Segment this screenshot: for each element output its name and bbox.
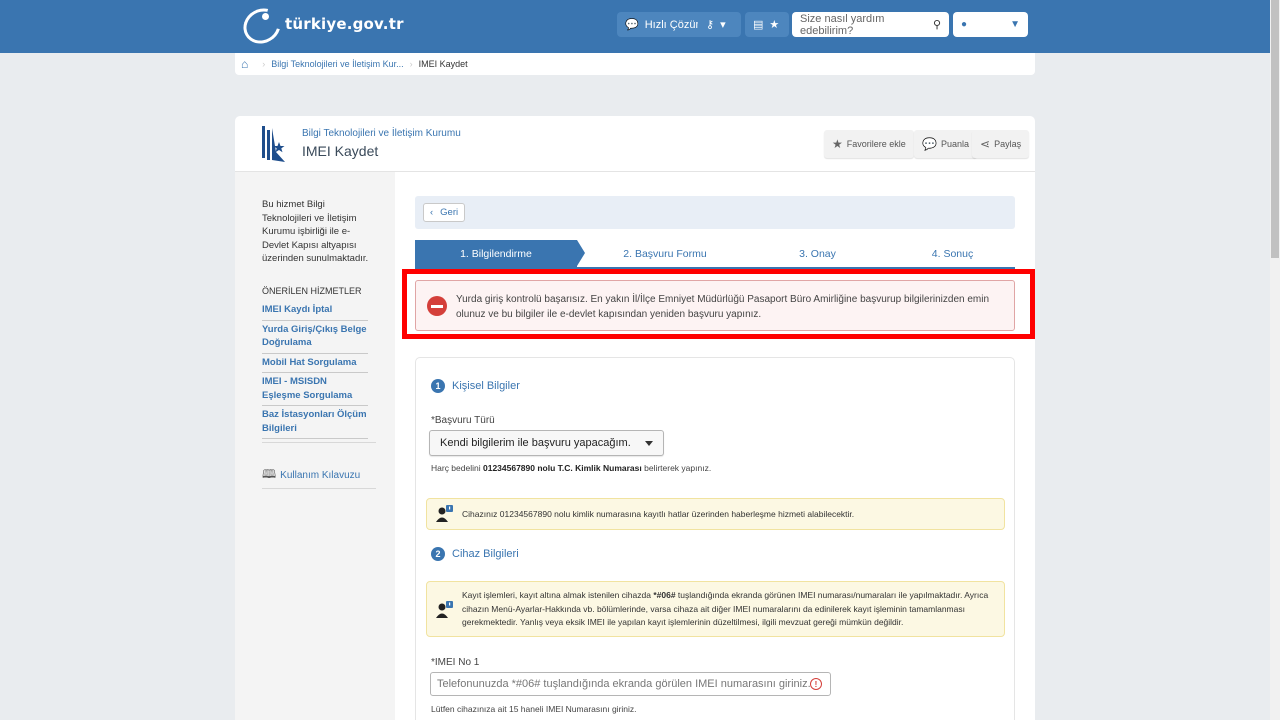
service-header: Bilgi Teknolojileri ve İletişim Kurumu I… xyxy=(235,116,1035,172)
add-favorite-label: Favorilere ekle xyxy=(846,139,906,149)
fee-hint: Harç bedelini 01234567890 nolu T.C. Kiml… xyxy=(431,463,711,473)
breadcrumb: ⌂ › Bilgi Teknolojileri ve İletişim Kur.… xyxy=(235,53,1035,75)
rate-label: Puanla xyxy=(940,139,969,149)
star-icon: ★ xyxy=(832,137,843,151)
user-guide-link[interactable]: 🕮 Kullanım Kılavuzu xyxy=(262,465,360,486)
logo-dot-icon xyxy=(262,13,269,20)
user-info-icon xyxy=(436,505,453,522)
search-icon[interactable]: ⚲ xyxy=(933,18,941,31)
info-device-prefix: Kayıt işlemleri, kayıt altına almak iste… xyxy=(462,590,654,600)
section-number-badge: 2 xyxy=(431,547,445,561)
recommended-service-link[interactable]: Baz İstasyonları Ölçüm Bilgileri xyxy=(262,406,368,439)
fee-hint-suffix: belirterek yapınız. xyxy=(641,463,712,473)
recommended-service-link[interactable]: Mobil Hat Sorgulama xyxy=(262,354,368,373)
recommended-services-list: IMEI Kaydı İptal Yurda Giriş/Çıkış Belge… xyxy=(262,301,368,439)
back-label: Geri xyxy=(440,207,459,218)
add-favorite-button[interactable]: ★ Favorilere ekle xyxy=(824,130,914,158)
chevron-down-icon: ▼ xyxy=(1010,19,1020,30)
caret-down-icon xyxy=(645,440,653,446)
info-box-personal: Cihazınız 01234567890 nolu kimlik numara… xyxy=(426,498,1005,530)
sidebar: Bu hizmet Bilgi Teknolojileri ve İletişi… xyxy=(235,172,395,720)
progress-steps: 1. Bilgilendirme 2. Başvuru Formu 3. Ona… xyxy=(415,240,1015,270)
logo-text[interactable]: türkiye.gov.tr xyxy=(285,15,404,33)
page-title: IMEI Kaydet xyxy=(302,143,379,159)
id-card-icon: ▤ xyxy=(753,19,764,31)
application-form: 1 Kişisel Bilgiler *Başvuru Türü Kendi b… xyxy=(415,357,1015,720)
chevron-left-icon: ‹ xyxy=(430,207,434,218)
user-guide-label: Kullanım Kılavuzu xyxy=(280,470,361,481)
caret-down-icon: ▾ xyxy=(720,19,726,31)
star-icon: ★ xyxy=(769,19,780,31)
speech-bubble-icon: 💬 xyxy=(922,137,937,151)
step-result: 4. Sonuç xyxy=(931,247,974,260)
section-device-info-title: 2 Cihaz Bilgileri xyxy=(431,547,519,561)
breadcrumb-separator: › xyxy=(409,59,413,69)
section-number-badge: 1 xyxy=(431,379,445,393)
sidebar-divider xyxy=(262,442,376,443)
application-type-select[interactable]: Kendi bilgilerim ile başvuru yapacağım. xyxy=(429,430,664,456)
recommended-service-link[interactable]: IMEI - MSISDN Eşleşme Sorgulama xyxy=(262,373,368,406)
imei-hint: Lütfen cihazınıza ait 15 haneli IMEI Num… xyxy=(431,704,637,714)
imei-label: *IMEI No 1 xyxy=(431,657,480,668)
back-bar: ‹ Geri xyxy=(415,196,1015,229)
section-title-text: Cihaz Bilgileri xyxy=(452,548,519,560)
book-icon: 🕮 xyxy=(262,467,277,481)
info-box-device: Kayıt işlemleri, kayıt altına almak iste… xyxy=(426,581,1005,637)
recommended-service-link[interactable]: IMEI Kaydı İptal xyxy=(262,301,368,321)
breadcrumb-current: IMEI Kaydet xyxy=(418,59,468,69)
scrollbar-thumb[interactable] xyxy=(1271,0,1279,258)
quick-solution-label: Hızlı Çözüm xyxy=(644,18,705,31)
info-text-personal: Cihazınız 01234567890 nolu kimlik numara… xyxy=(462,509,855,519)
breadcrumb-separator: › xyxy=(262,59,266,69)
login-menu-button[interactable]: ⚷ ▾ xyxy=(698,12,741,37)
service-provider-note: Bu hizmet Bilgi Teknolojileri ve İletişi… xyxy=(262,199,369,264)
share-button[interactable]: ⋖ Paylaş xyxy=(972,130,1030,158)
back-button[interactable]: ‹ Geri xyxy=(423,203,466,222)
user-menu-dropdown[interactable]: ● ▼ xyxy=(953,12,1028,37)
rate-button[interactable]: 💬 Puanla xyxy=(914,130,977,158)
search-input[interactable]: Size nasıl yardım edebilirim? ⚲ xyxy=(792,12,949,37)
recommended-service-link[interactable]: Yurda Giriş/Çıkış Belge Doğrulama xyxy=(262,321,368,354)
service-card: Bilgi Teknolojileri ve İletişim Kurumu I… xyxy=(235,116,1035,720)
top-navbar: türkiye.gov.tr 💬 Hızlı Çözüm ⚷ ▾ ▤ ★ Siz… xyxy=(0,0,1270,53)
fee-hint-prefix: Harç bedelini xyxy=(431,463,483,473)
step-information: 1. Bilgilendirme xyxy=(415,240,585,267)
institution-name[interactable]: Bilgi Teknolojileri ve İletişim Kurumu xyxy=(302,128,461,139)
step-confirmation: 3. Onay xyxy=(799,247,836,260)
user-icon: ● xyxy=(961,19,968,30)
sidebar-divider xyxy=(262,488,376,489)
card-favorites-button[interactable]: ▤ ★ xyxy=(745,12,789,37)
imei-input[interactable]: Telefonunuzda *#06# tuşlandığında ekrand… xyxy=(430,672,831,696)
fee-hint-id: 01234567890 nolu T.C. Kimlik Numarası xyxy=(482,463,642,473)
info-text-device: Kayıt işlemleri, kayıt altına almak iste… xyxy=(462,589,997,630)
info-device-code: *#06# xyxy=(653,590,676,600)
error-circle-icon: ! xyxy=(810,678,822,690)
imei-placeholder: Telefonunuzda *#06# tuşlandığında ekrand… xyxy=(437,678,811,690)
user-info-icon xyxy=(436,601,453,618)
application-type-label: *Başvuru Türü xyxy=(431,415,495,426)
page-scrollbar[interactable] xyxy=(1270,0,1280,720)
chat-icon: 💬 xyxy=(625,19,639,31)
section-personal-info-title: 1 Kişisel Bilgiler xyxy=(431,379,520,393)
key-icon: ⚷ xyxy=(706,19,715,31)
search-placeholder: Size nasıl yardım edebilirim? xyxy=(800,12,885,37)
section-title-text: Kişisel Bilgiler xyxy=(452,380,520,392)
step-application-form: 2. Başvuru Formu xyxy=(623,247,707,260)
recommended-services-heading: ÖNERİLEN HİZMETLER xyxy=(262,286,362,296)
share-icon: ⋖ xyxy=(980,137,991,151)
home-icon[interactable]: ⌂ xyxy=(241,57,248,71)
error-highlight-frame xyxy=(402,269,1035,339)
application-type-value: Kendi bilgilerim ile başvuru yapacağım. xyxy=(440,437,631,449)
logo-swoosh-icon xyxy=(237,1,287,51)
share-label: Paylaş xyxy=(994,139,1022,149)
institution-logo-icon xyxy=(262,126,285,162)
breadcrumb-institution-link[interactable]: Bilgi Teknolojileri ve İletişim Kur... xyxy=(271,59,403,69)
